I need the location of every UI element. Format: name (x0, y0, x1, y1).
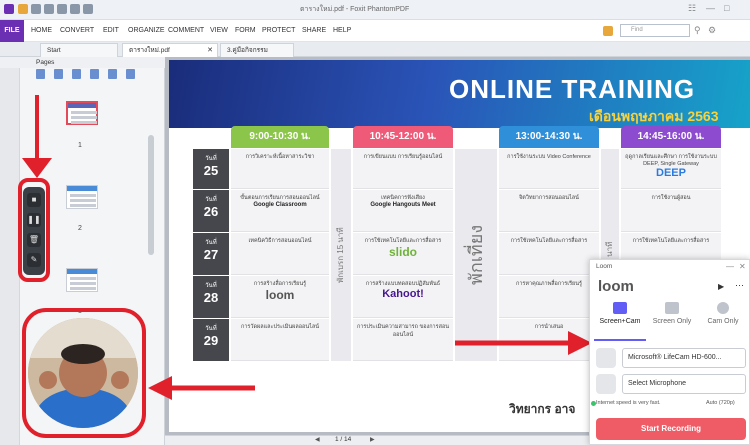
mode-screen-cam[interactable]: Screen+Cam (595, 302, 645, 325)
start-recording-button[interactable]: Start Recording (596, 418, 746, 440)
mode-label: Cam Only (707, 318, 739, 325)
down-arrow-head (22, 158, 52, 178)
microphone-select[interactable]: Select Microphone (622, 374, 746, 394)
microphone-row: Select Microphone (596, 374, 748, 394)
more-options-icon[interactable]: ⋯ (735, 280, 744, 291)
mode-cam-only[interactable]: Cam Only (698, 302, 748, 325)
camera-select[interactable]: Microsoft® LifeCam HD-600... (622, 348, 746, 368)
mode-label: Screen+Cam (599, 318, 641, 325)
loom-library-icon[interactable]: ▶ (718, 282, 724, 291)
screen-icon (665, 302, 679, 314)
camera-icon[interactable] (596, 348, 616, 368)
loom-panel: Loom — ✕ loom ▶ ⋯ Screen+Cam Screen Only… (589, 259, 750, 445)
resolution-select[interactable]: Auto (720p) (706, 400, 735, 406)
close-icon[interactable]: ✕ (739, 262, 746, 271)
loom-logo: loom (598, 278, 634, 295)
microphone-off-icon[interactable] (596, 374, 616, 394)
minimize-icon[interactable]: — (726, 262, 734, 271)
camera-row: Microsoft® LifeCam HD-600... (596, 348, 748, 368)
foxit-window: ตารางใหม่.pdf - Foxit PhantomPDF ☷ — □ F… (0, 0, 750, 445)
active-mode-indicator (594, 339, 646, 341)
person-icon (717, 302, 729, 314)
network-status: Internet speed is very fast. (596, 400, 661, 406)
mode-label: Screen Only (652, 318, 692, 325)
screen-cam-icon (613, 302, 627, 314)
mode-screen-only[interactable]: Screen Only (647, 302, 697, 325)
left-arrow-head (148, 376, 172, 400)
